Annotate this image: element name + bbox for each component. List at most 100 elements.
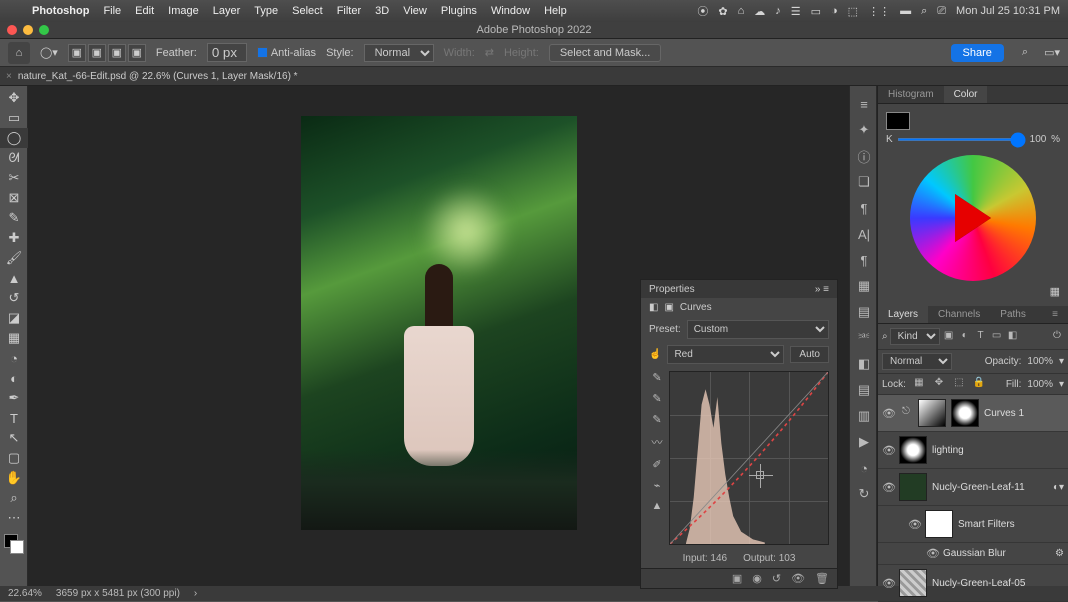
menu-edit[interactable]: Edit <box>135 5 154 17</box>
dock-icon[interactable]: ◧ <box>850 351 878 377</box>
menu-help[interactable]: Help <box>544 5 567 17</box>
filter-icon[interactable]: ⌕ <box>882 331 888 342</box>
visibility-icon[interactable]: 👁 <box>882 577 894 590</box>
filter-pixel-icon[interactable]: ▣ <box>942 330 956 344</box>
hand-tool[interactable]: ✋ <box>0 468 28 488</box>
visibility-icon[interactable]: 👁 <box>926 547 938 560</box>
layer-name[interactable]: lighting <box>932 445 964 456</box>
dock-icon[interactable]: ¶ <box>850 247 878 273</box>
filter-mask-thumb[interactable] <box>925 510 953 538</box>
filter-options-icon[interactable]: ⚙ <box>1055 548 1064 559</box>
healing-tool[interactable]: ✚ <box>0 228 28 248</box>
sampler-icon[interactable]: ✎ <box>652 392 661 405</box>
sel-new[interactable]: ▣ <box>68 44 86 62</box>
dock-icon[interactable]: ▦ <box>850 273 878 299</box>
filter-name[interactable]: Gaussian Blur <box>943 548 1006 559</box>
channel-select[interactable]: Red <box>667 345 784 364</box>
pen-tool[interactable]: ✒ <box>0 388 28 408</box>
dock-icon[interactable]: A| <box>850 221 878 247</box>
layer-name[interactable]: Nucly-Green-Leaf-11 <box>932 482 1025 493</box>
dock-icon[interactable]: ✦ <box>850 117 878 143</box>
input-value[interactable]: 146 <box>710 553 727 564</box>
dock-icon[interactable]: ◔ <box>850 455 878 481</box>
tab-histogram[interactable]: Histogram <box>878 86 944 103</box>
menubar-extra-icon[interactable]: ☁ <box>754 5 765 18</box>
zoom-tool[interactable]: ⌕ <box>0 488 28 508</box>
k-value[interactable]: 100 <box>1030 134 1047 145</box>
ellipse-marquee-tool[interactable]: ◯ <box>0 128 28 148</box>
zoom-window[interactable] <box>39 25 49 35</box>
link-icon[interactable]: ⎋ <box>899 406 913 420</box>
k-slider[interactable] <box>897 138 1026 141</box>
crop-tool[interactable]: ✂ <box>0 168 28 188</box>
sampler-icon[interactable]: ✎ <box>652 371 661 384</box>
dock-icon[interactable]: ¶ <box>850 195 878 221</box>
layer-item[interactable]: 👁 ⎋ Curves 1 <box>878 395 1068 432</box>
workspace-switcher-icon[interactable]: ▭▾ <box>1044 46 1060 59</box>
dock-icon[interactable]: ▤ <box>850 377 878 403</box>
lasso-tool[interactable]: ᘛ <box>0 148 28 168</box>
smart-filter-item[interactable]: 👁 Gaussian Blur ⚙ <box>878 543 1068 565</box>
feather-input[interactable] <box>207 43 247 62</box>
dock-icon[interactable]: ▤ <box>850 299 878 325</box>
visibility-icon[interactable]: 👁 <box>882 444 894 457</box>
gradient-tool[interactable]: ▦ <box>0 328 28 348</box>
pencil-curve-icon[interactable]: ✐ <box>652 458 661 471</box>
layer-mask-thumb[interactable] <box>951 399 979 427</box>
filter-shape-icon[interactable]: ▭ <box>990 330 1004 344</box>
wifi-icon[interactable]: ⋮⋮ <box>868 5 890 18</box>
layer-fx-icon[interactable]: ◐▾ <box>1053 482 1064 493</box>
edit-toolbar[interactable]: ⋯ <box>0 508 28 528</box>
eyedropper-tool[interactable]: ✎ <box>0 208 28 228</box>
menubar-extra-icon[interactable]: ☰ <box>791 5 801 18</box>
dock-icon[interactable]: ↻ <box>850 481 878 507</box>
color-swatches[interactable] <box>0 534 27 558</box>
menubar-extra-icon[interactable]: ✿ <box>718 5 727 18</box>
select-and-mask-button[interactable]: Select and Mask... <box>549 44 662 62</box>
menu-plugins[interactable]: Plugins <box>441 5 477 17</box>
minimize-window[interactable] <box>23 25 33 35</box>
type-tool[interactable]: T <box>0 408 28 428</box>
menu-type[interactable]: Type <box>254 5 278 17</box>
preset-select[interactable]: Custom <box>687 320 829 339</box>
home-button[interactable]: ⌂ <box>8 42 30 64</box>
menu-3d[interactable]: 3D <box>375 5 389 17</box>
prev-state-icon[interactable]: ◉ <box>752 572 762 585</box>
document-tab[interactable]: nature_Kat_-66-Edit.psd @ 22.6% (Curves … <box>18 71 298 82</box>
history-brush-tool[interactable]: ↺ <box>0 288 28 308</box>
menu-file[interactable]: File <box>103 5 121 17</box>
layer-thumb[interactable] <box>918 399 946 427</box>
filter-type-icon[interactable]: T <box>974 330 988 344</box>
search-icon[interactable]: ⌕ <box>1022 46 1028 59</box>
shape-tool[interactable]: ▢ <box>0 448 28 468</box>
zoom-value[interactable]: 22.64% <box>8 588 42 599</box>
rect-marquee-tool[interactable]: ▭ <box>0 108 28 128</box>
smart-filters-group[interactable]: 👁 Smart Filters <box>878 506 1068 543</box>
lock-position-icon[interactable]: ✥ <box>932 377 946 391</box>
dock-icon[interactable]: ≡ <box>850 91 878 117</box>
control-center-icon[interactable]: ⎚ <box>937 5 946 18</box>
layer-name[interactable]: Curves 1 <box>984 408 1024 419</box>
fill-value[interactable]: 100% <box>1027 379 1053 390</box>
menubar-extra-icon[interactable]: ♪ <box>775 5 781 17</box>
layer-item[interactable]: 👁 Nucly-Green-Leaf-11 ◐▾ <box>878 469 1068 506</box>
layer-item[interactable]: 👁 Nucly-Green-Leaf-05 <box>878 565 1068 602</box>
tab-channels[interactable]: Channels <box>928 306 990 323</box>
auto-button[interactable]: Auto <box>790 346 829 363</box>
layer-item[interactable]: 👁 lighting <box>878 432 1068 469</box>
lock-all-icon[interactable]: 🔒 <box>972 377 986 391</box>
menu-image[interactable]: Image <box>168 5 199 17</box>
blend-mode-select[interactable]: Normal <box>882 353 952 370</box>
sel-int[interactable]: ▣ <box>128 44 146 62</box>
filter-adj-icon[interactable]: ◐ <box>958 330 972 344</box>
app-menu[interactable]: Photoshop <box>32 5 89 17</box>
menubar-extra-icon[interactable]: ⌂ <box>738 5 745 17</box>
color-wheel[interactable] <box>910 155 1036 281</box>
foreground-swatch[interactable] <box>886 112 910 130</box>
tab-paths[interactable]: Paths <box>990 306 1036 323</box>
move-tool[interactable]: ✥ <box>0 88 28 108</box>
menubar-extra-icon[interactable]: ▭ <box>811 5 821 18</box>
sampler-icon[interactable]: ✎ <box>652 413 661 426</box>
color-options-icon[interactable]: ▦ <box>1050 286 1060 298</box>
dock-icon[interactable]: ⓘ <box>850 143 878 169</box>
